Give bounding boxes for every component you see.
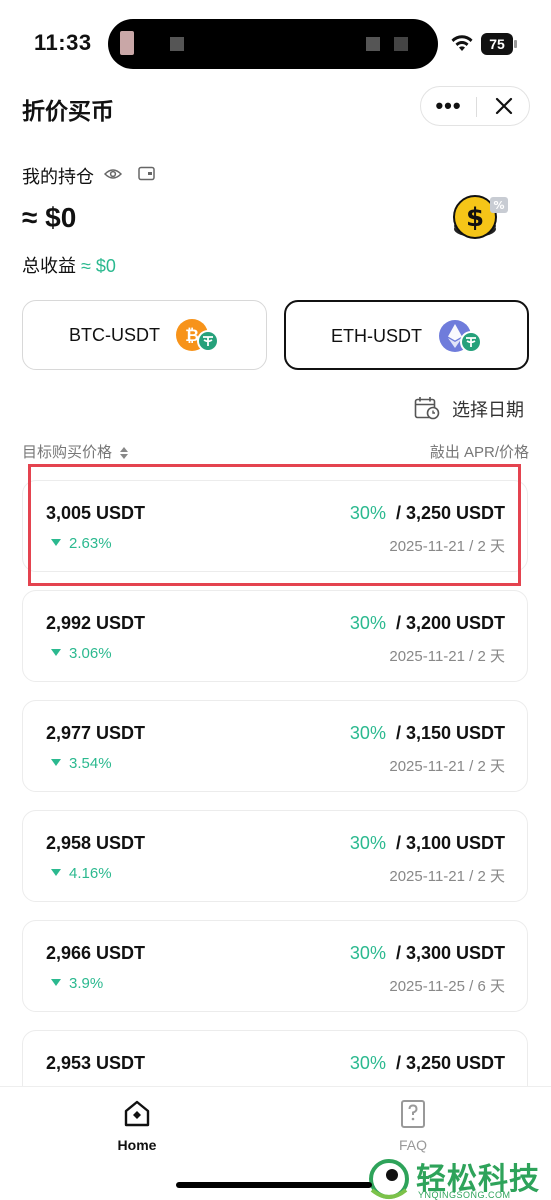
offer-change: 3.54% [51, 755, 112, 772]
offer-sell-info: 30% / 3,200 USDT [350, 613, 505, 634]
bitcoin-icon: ₿ [176, 319, 219, 352]
offer-change: 3.06% [51, 645, 112, 662]
redacted-block [120, 31, 134, 55]
dynamic-island [108, 19, 438, 69]
nav-home-label: Home [117, 1137, 157, 1153]
nav-home[interactable]: Home [100, 1099, 174, 1159]
watermark-logo-icon [369, 1159, 409, 1199]
offer-apr: 30% [349, 833, 386, 853]
date-selector[interactable]: 选择日期 [414, 394, 530, 424]
offer-sell-price: / 3,100 USDT [395, 833, 505, 853]
dollar-coin-icon: $ % [453, 195, 508, 239]
pnl-value: ≈ $0 [81, 256, 116, 276]
eye-icon[interactable] [104, 167, 122, 181]
sort-icon [120, 447, 129, 460]
more-button[interactable]: ••• [421, 87, 476, 125]
redacted-block [366, 37, 380, 51]
close-button[interactable] [477, 87, 530, 125]
sort-target-price[interactable]: 目标购买价格 [22, 441, 129, 462]
offer-change: 4.16% [51, 865, 112, 882]
battery-level: 75 [481, 33, 513, 55]
column-header-sell-apr: 敲出 APR/价格 [429, 444, 529, 461]
offer-date: 2025-11-21 / 2 天 [389, 868, 505, 885]
offer-date: 2025-11-21 / 2 天 [389, 538, 505, 555]
pair-button-btc-usdt[interactable]: BTC-USDT ₿ [22, 300, 267, 370]
offer-apr: 30% [349, 723, 386, 743]
down-triangle-icon [51, 649, 61, 656]
calendar-icon [414, 397, 440, 420]
offer-apr: 30% [349, 1053, 386, 1073]
offer-apr: 30% [349, 613, 386, 633]
watermark: 轻松科技 YNQINGSONG.COM [364, 1150, 551, 1200]
column-header-target-price: 目标购买价格 [22, 444, 113, 461]
offer-sell-price: / 3,250 USDT [395, 1053, 505, 1073]
offer-price: 2,977 USDT [46, 723, 146, 743]
holdings-label: 我的持仓 [22, 167, 94, 187]
mini-program-menu: ••• [420, 86, 530, 126]
offer-date: 2025-11-21 / 2 天 [389, 758, 505, 775]
offer-sell-info: 30% / 3,250 USDT [350, 503, 505, 524]
offer-apr: 30% [349, 943, 386, 963]
offer-price: 2,966 USDT [46, 943, 146, 963]
pnl-label: 总收益 [22, 256, 76, 276]
offer-date: 2025-11-25 / 6 天 [389, 978, 505, 995]
svg-text:₿: ₿ [185, 326, 199, 346]
down-triangle-icon [51, 979, 61, 986]
total-pnl: 总收益 ≈ $0 [22, 252, 116, 278]
offer-change: 3.9% [51, 975, 103, 992]
offer-row[interactable]: 2,966 USDT 3.9% 30% / 3,300 USDT 2025-11-… [22, 920, 528, 1012]
redacted-block [394, 37, 408, 51]
offer-row[interactable]: 2,992 USDT 3.06% 30% / 3,200 USDT 2025-11… [22, 590, 528, 682]
close-icon [495, 97, 512, 115]
page-title: 折价买币 [22, 98, 114, 124]
battery-icon: 75 [481, 33, 517, 55]
faq-icon [401, 1100, 425, 1128]
offer-apr: 30% [349, 503, 386, 523]
offer-price: 2,953 USDT [46, 1053, 146, 1073]
offer-sell-price: / 3,200 USDT [395, 613, 505, 633]
offer-row[interactable]: 2,958 USDT 4.16% 30% / 3,100 USDT 2025-11… [22, 810, 528, 902]
home-icon [124, 1100, 150, 1127]
status-time: 11:33 [34, 30, 92, 55]
watermark-url: YNQINGSONG.COM [418, 1190, 511, 1200]
home-indicator [176, 1182, 372, 1188]
wallet-icon[interactable] [138, 166, 155, 181]
offer-sell-price: / 3,300 USDT [395, 943, 505, 963]
holdings-value: ≈ $0 [22, 202, 77, 233]
pair-label: BTC-USDT [69, 325, 160, 345]
offer-sell-info: 30% / 3,250 USDT [350, 1053, 505, 1074]
redacted-block [170, 37, 184, 51]
offer-sell-price: / 3,150 USDT [395, 723, 505, 743]
offer-change: 2.63% [51, 535, 112, 552]
svg-text:$: $ [466, 203, 484, 233]
svg-text:%: % [493, 199, 504, 212]
down-triangle-icon [51, 759, 61, 766]
offer-row[interactable]: 3,005 USDT 2.63% 30% / 3,250 USDT 2025-11… [22, 480, 528, 572]
offer-sell-price: / 3,250 USDT [395, 503, 505, 523]
offer-price: 2,958 USDT [46, 833, 146, 853]
offer-sell-info: 30% / 3,300 USDT [350, 943, 505, 964]
pair-button-eth-usdt[interactable]: ETH-USDT [284, 300, 529, 370]
pair-label: ETH-USDT [331, 326, 422, 346]
offer-price: 3,005 USDT [46, 503, 146, 523]
offer-date: 2025-11-21 / 2 天 [389, 648, 505, 665]
status-bar: 11:33 75 [0, 0, 551, 90]
offer-sell-info: 30% / 3,150 USDT [350, 723, 505, 744]
wifi-icon [451, 35, 473, 51]
down-triangle-icon [51, 539, 61, 546]
down-triangle-icon [51, 869, 61, 876]
offer-row[interactable]: 2,977 USDT 3.54% 30% / 3,150 USDT 2025-11… [22, 700, 528, 792]
ethereum-icon [439, 320, 482, 353]
more-icon: ••• [435, 93, 462, 118]
date-selector-label: 选择日期 [452, 400, 524, 420]
offer-sell-info: 30% / 3,100 USDT [350, 833, 505, 854]
offer-price: 2,992 USDT [46, 613, 146, 633]
